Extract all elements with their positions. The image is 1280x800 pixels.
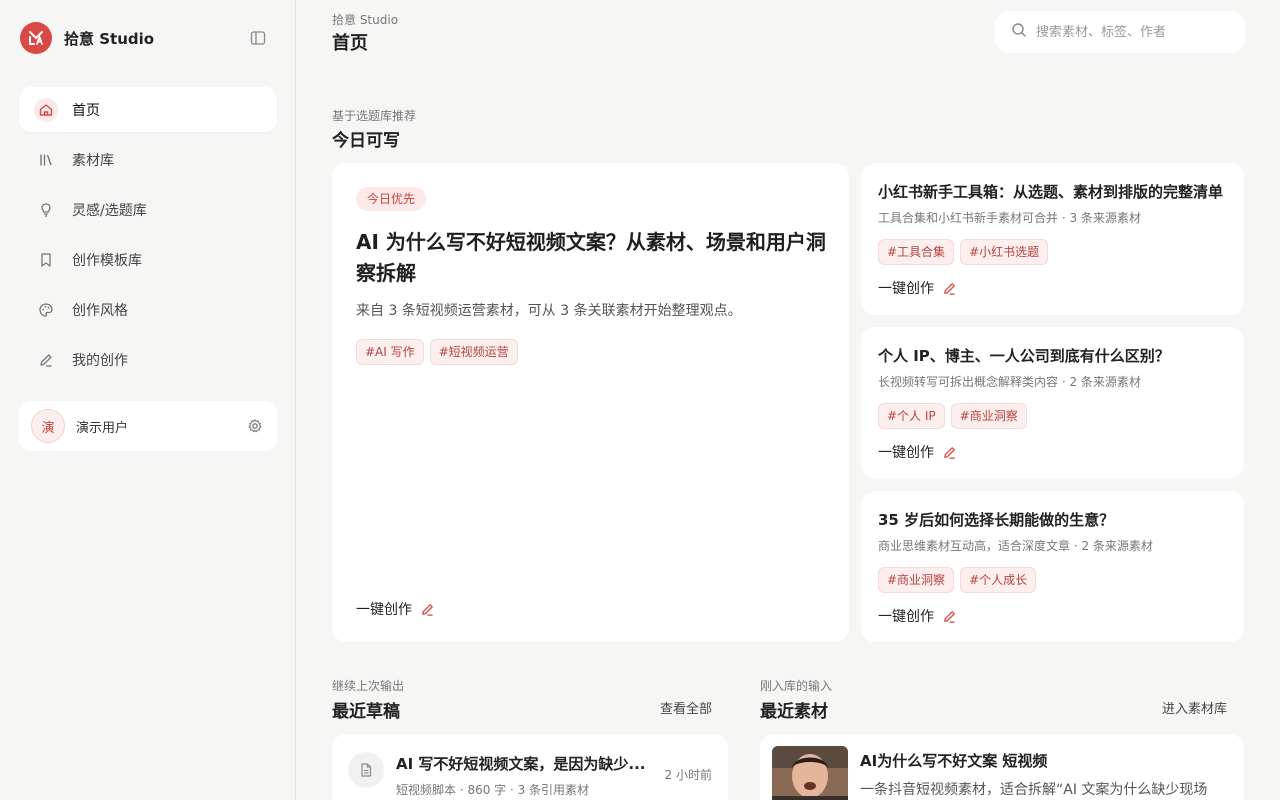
topic-meta: 长视频转写可拆出概念解释类内容 · 2 条来源素材 xyxy=(878,375,1141,389)
tag-chip[interactable]: #商业洞察 xyxy=(878,567,955,593)
sidebar-item-label: 创作模板库 xyxy=(72,252,142,269)
material-card[interactable]: AI为什么写不好文案 短视频 一条抖音短视频素材，适合拆解“AI 文案为什么缺少… xyxy=(760,734,1244,800)
avatar: 演 xyxy=(31,409,65,443)
action-label: 一键创作 xyxy=(878,609,934,625)
pencil-icon xyxy=(34,348,58,372)
one-click-create-button[interactable]: 一键创作 xyxy=(878,606,957,626)
draft-title: AI 写不好短视频文案，是因为缺少... xyxy=(396,755,646,773)
tag-chip[interactable]: #短视频运营 xyxy=(429,339,518,365)
sidebar-toggle-icon[interactable] xyxy=(248,28,268,48)
topic-card[interactable]: 35 岁后如何选择长期能做的生意？ 商业思维素材互动高，适合深度文章 · 2 条… xyxy=(861,491,1244,642)
pencil-icon xyxy=(422,603,433,616)
view-all-link[interactable]: 查看全部 xyxy=(660,698,712,717)
library-icon xyxy=(34,148,58,172)
topic-title: 小红书新手工具箱：从选题、素材到排版的完整清单 xyxy=(878,183,1224,201)
topic-card[interactable]: 小红书新手工具箱：从选题、素材到排版的完整清单 工具合集和小红书新手素材可合并 … xyxy=(861,163,1244,315)
topic-card[interactable]: 个人 IP、博主、一人公司到底有什么区别？ 长视频转写可拆出概念解释类内容 · … xyxy=(861,327,1244,478)
pencil-icon xyxy=(944,610,955,623)
tag-chip[interactable]: #工具合集 xyxy=(878,239,955,265)
app-name: 拾意 Studio xyxy=(64,29,155,48)
sidebar-item-label: 创作风格 xyxy=(72,302,128,319)
enter-library-link[interactable]: 进入素材库 xyxy=(1162,698,1227,717)
today-title: 今日可写 xyxy=(332,131,400,151)
one-click-create-button[interactable]: 一键创作 xyxy=(878,442,957,462)
tag-chip[interactable]: #个人 IP xyxy=(878,403,945,429)
action-label: 一键创作 xyxy=(878,445,934,461)
material-title: AI为什么写不好文案 短视频 xyxy=(860,752,1048,770)
sidebar-item-label: 灵感/选题库 xyxy=(72,202,147,219)
drafts-title: 最近草稿 xyxy=(332,702,400,722)
tag-chip[interactable]: #小红书选题 xyxy=(960,239,1049,265)
sidebar-item-label: 首页 xyxy=(72,102,100,119)
bookmark-icon xyxy=(34,248,58,272)
lightbulb-icon xyxy=(34,198,58,222)
featured-title: AI 为什么写不好短视频文案？从素材、场景和用户洞察拆解 xyxy=(356,230,826,285)
topic-meta: 工具合集和小红书新手素材可合并 · 3 条来源素材 xyxy=(878,211,1141,225)
search-box[interactable] xyxy=(995,11,1245,53)
topic-meta: 商业思维素材互动高，适合深度文章 · 2 条来源素材 xyxy=(878,539,1153,553)
material-desc: 一条抖音短视频素材，适合拆解“AI 文案为什么缺少现场 xyxy=(860,782,1208,798)
material-thumbnail xyxy=(772,746,848,800)
one-click-create-button[interactable]: 一键创作 xyxy=(356,599,435,619)
featured-topic-card[interactable]: 今日优先 AI 为什么写不好短视频文案？从素材、场景和用户洞察拆解 来自 3 条… xyxy=(332,163,849,642)
page-title: 首页 xyxy=(332,33,368,54)
materials-title: 最近素材 xyxy=(760,702,828,722)
sidebar-nav: 首页 素材库 灵感/选题库 创作模板库 创作风格 我的创作 xyxy=(19,87,277,387)
draft-time: 2 小时前 xyxy=(664,768,712,782)
sidebar-item-library[interactable]: 素材库 xyxy=(19,137,277,182)
app-logo-icon xyxy=(20,22,52,54)
materials-subtitle: 刚入库的输入 xyxy=(760,679,833,693)
user-name: 演示用户 xyxy=(76,420,129,436)
sidebar-item-label: 素材库 xyxy=(72,152,114,169)
home-icon xyxy=(34,97,58,122)
draft-card[interactable]: AI 写不好短视频文案，是因为缺少... 短视频脚本 · 860 字 · 3 条… xyxy=(332,734,728,800)
search-icon xyxy=(1011,22,1027,42)
sidebar-item-inspiration[interactable]: 灵感/选题库 xyxy=(19,187,277,232)
sidebar-item-home[interactable]: 首页 xyxy=(19,87,277,132)
today-subtitle: 基于选题库推荐 xyxy=(332,109,417,123)
document-icon xyxy=(348,752,384,788)
one-click-create-button[interactable]: 一键创作 xyxy=(878,278,957,298)
draft-meta: 短视频脚本 · 860 字 · 3 条引用素材 xyxy=(396,783,590,797)
pencil-icon xyxy=(944,282,955,295)
tag-chip[interactable]: #商业洞察 xyxy=(950,403,1027,429)
topic-title: 35 岁后如何选择长期能做的生意？ xyxy=(878,511,1115,529)
sidebar-item-styles[interactable]: 创作风格 xyxy=(19,287,277,332)
priority-badge: 今日优先 xyxy=(356,187,427,211)
action-label: 一键创作 xyxy=(356,602,412,618)
sidebar-item-label: 我的创作 xyxy=(72,352,128,369)
drafts-subtitle: 继续上次输出 xyxy=(332,679,405,693)
tag-chip[interactable]: #个人成长 xyxy=(960,567,1037,593)
pencil-icon xyxy=(944,446,955,459)
breadcrumb: 拾意 Studio xyxy=(332,13,399,27)
tag-chip[interactable]: #AI 写作 xyxy=(356,339,424,365)
palette-icon xyxy=(34,298,58,322)
sidebar-item-my-creations[interactable]: 我的创作 xyxy=(19,337,277,382)
gear-icon[interactable] xyxy=(245,416,265,436)
user-card[interactable]: 演 演示用户 xyxy=(19,401,277,451)
search-input[interactable] xyxy=(1036,24,1236,40)
brand[interactable]: 拾意 Studio xyxy=(20,22,154,54)
sidebar-item-templates[interactable]: 创作模板库 xyxy=(19,237,277,282)
sidebar: 拾意 Studio 首页 素材库 灵感/选题库 创作模板库 创作风格 我的创作 … xyxy=(0,0,296,800)
action-label: 一键创作 xyxy=(878,281,934,297)
featured-desc: 来自 3 条短视频运营素材，可从 3 条关联素材开始整理观点。 xyxy=(356,303,742,319)
topic-title: 个人 IP、博主、一人公司到底有什么区别？ xyxy=(878,347,1170,365)
